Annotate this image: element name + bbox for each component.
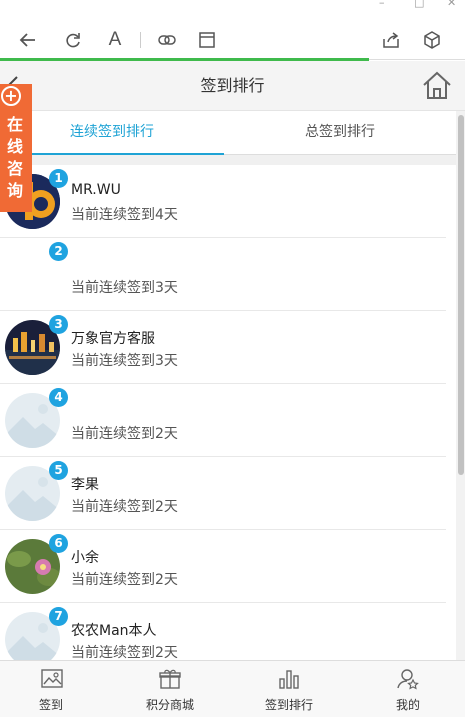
picture-icon bbox=[40, 667, 64, 691]
rank-badge: 3 bbox=[49, 315, 68, 334]
ranking-row[interactable]: 1 MR.WU 当前连续签到4天 bbox=[0, 165, 446, 238]
user-name: 农农Man本人 bbox=[71, 623, 157, 639]
streak-text: 当前连续签到2天 bbox=[71, 645, 178, 660]
streak-text: 当前连续签到4天 bbox=[71, 207, 178, 223]
window-icon[interactable] bbox=[197, 30, 217, 50]
ranking-row[interactable]: 6 小余 当前连续签到2天 bbox=[0, 530, 446, 603]
list-spacer bbox=[0, 155, 456, 165]
tab-total-ranking[interactable]: 总签到排行 bbox=[224, 111, 456, 155]
user-name: 万象官方客服 bbox=[71, 331, 155, 347]
nav-ranking[interactable]: 签到排行 bbox=[231, 661, 347, 717]
nav-label: 签到排行 bbox=[264, 698, 313, 712]
scrollbar-thumb[interactable] bbox=[458, 115, 464, 475]
app-header: 签到排行 bbox=[0, 61, 465, 111]
rank-badge: 2 bbox=[49, 242, 68, 261]
user-star-icon bbox=[396, 667, 420, 691]
user-name: 小余 bbox=[71, 550, 99, 566]
browser-toolbar: A bbox=[0, 20, 465, 60]
share-icon[interactable] bbox=[381, 30, 401, 50]
page: – □ ✕ A 签到排行 连续签到排行 总签到排行 1 MR.WU 当前连续签到… bbox=[0, 0, 465, 717]
page-title: 签到排行 bbox=[200, 76, 265, 95]
back-arrow-icon[interactable] bbox=[18, 30, 38, 50]
reload-icon[interactable] bbox=[63, 30, 83, 50]
ranking-list: 1 MR.WU 当前连续签到4天 2 当前连续签到3天 3 万象官方客服 当前连… bbox=[0, 165, 456, 660]
window-titlebar: – □ ✕ bbox=[0, 0, 465, 20]
maximize-button[interactable]: □ bbox=[414, 0, 424, 9]
tab-consecutive-ranking[interactable]: 连续签到排行 bbox=[0, 111, 224, 155]
cube-icon[interactable] bbox=[422, 30, 442, 50]
rank-badge: 6 bbox=[49, 534, 68, 553]
ranking-row[interactable]: 7 农农Man本人 当前连续签到2天 bbox=[0, 603, 446, 660]
minimize-button[interactable]: – bbox=[379, 0, 385, 9]
streak-text: 当前连续签到2天 bbox=[71, 499, 178, 515]
home-icon[interactable] bbox=[420, 69, 454, 103]
online-consult-button[interactable]: + 在线咨询 bbox=[0, 84, 32, 212]
streak-text: 当前连续签到2天 bbox=[71, 426, 178, 442]
user-name: MR.WU bbox=[71, 182, 121, 198]
toolbar-bottom-border bbox=[369, 59, 465, 60]
scrollbar[interactable] bbox=[456, 111, 465, 660]
nav-label: 我的 bbox=[395, 698, 420, 712]
gift-icon bbox=[158, 667, 182, 691]
font-icon[interactable]: A bbox=[105, 30, 125, 50]
plus-icon: + bbox=[1, 86, 21, 106]
user-name: 李果 bbox=[71, 477, 99, 493]
nav-label: 积分商城 bbox=[145, 698, 194, 712]
bottom-nav: 签到 积分商城 签到排行 我的 bbox=[0, 660, 465, 717]
streak-text: 当前连续签到3天 bbox=[71, 353, 178, 369]
ranking-row[interactable]: 4 当前连续签到2天 bbox=[0, 384, 446, 457]
nav-points-mall[interactable]: 积分商城 bbox=[112, 661, 228, 717]
rank-badge: 5 bbox=[49, 461, 68, 480]
streak-text: 当前连续签到3天 bbox=[71, 280, 178, 296]
consult-label: 在线咨询 bbox=[6, 115, 23, 200]
nav-label: 签到 bbox=[38, 698, 63, 712]
nav-mine[interactable]: 我的 bbox=[350, 661, 465, 717]
bar-chart-icon bbox=[277, 667, 301, 691]
streak-text: 当前连续签到2天 bbox=[71, 572, 178, 588]
rank-badge: 4 bbox=[49, 388, 68, 407]
rank-badge: 7 bbox=[49, 607, 68, 626]
ranking-row[interactable]: 5 李果 当前连续签到2天 bbox=[0, 457, 446, 530]
close-window-button[interactable]: ✕ bbox=[447, 0, 456, 9]
ranking-row[interactable]: 3 万象官方客服 当前连续签到3天 bbox=[0, 311, 446, 384]
toolbar-divider bbox=[140, 32, 141, 48]
nav-checkin[interactable]: 签到 bbox=[0, 661, 116, 717]
rank-badge: 1 bbox=[49, 169, 68, 188]
ranking-tabs: 连续签到排行 总签到排行 bbox=[0, 111, 456, 155]
ranking-row[interactable]: 2 当前连续签到3天 bbox=[0, 238, 446, 311]
link-icon[interactable] bbox=[157, 30, 177, 50]
